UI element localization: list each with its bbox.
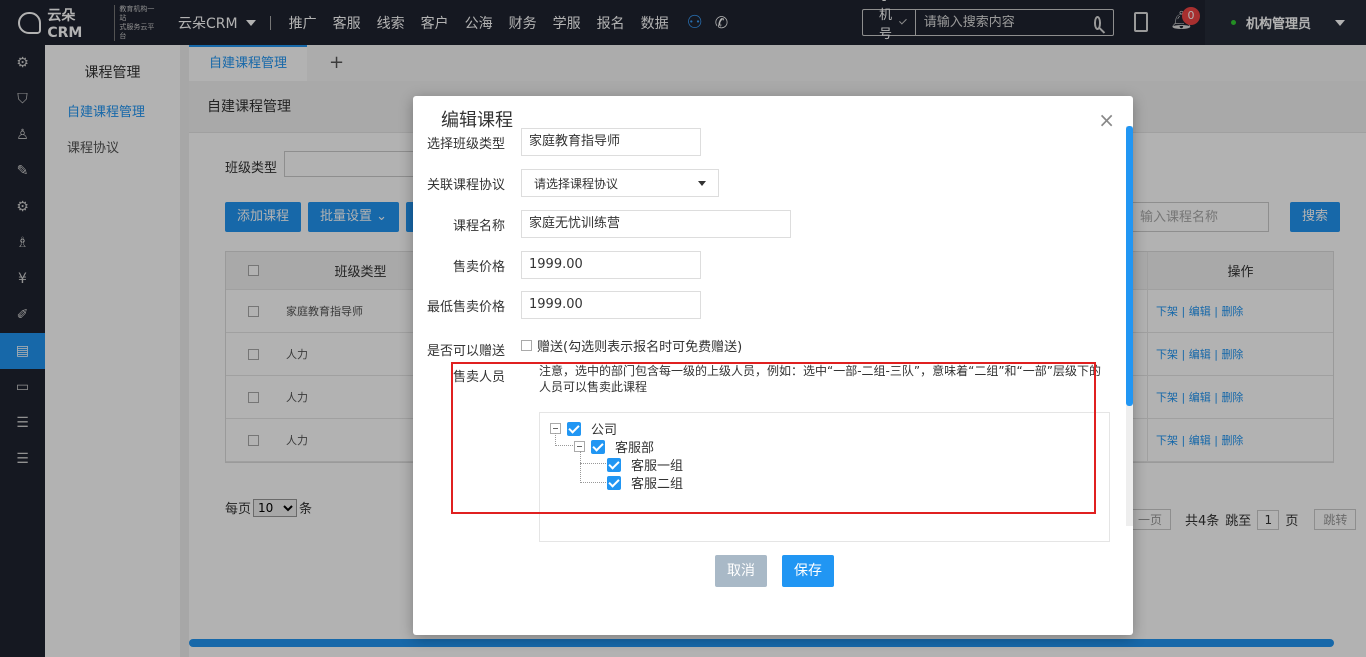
- field-min-price: 最低售卖价格 1999.00: [413, 291, 701, 319]
- highlight-annotation: [451, 362, 1096, 514]
- course-name-input[interactable]: 家庭无忧训练营: [521, 210, 791, 238]
- dialog-scrollbar[interactable]: [1126, 126, 1133, 406]
- field-price: 售卖价格 1999.00: [413, 251, 701, 279]
- caret-down-icon: [698, 180, 706, 186]
- protocol-select[interactable]: 请选择课程协议: [521, 169, 719, 197]
- class-type-input[interactable]: 家庭教育指导师: [521, 128, 701, 156]
- field-class-type: 选择班级类型 家庭教育指导师: [413, 128, 701, 156]
- save-button[interactable]: 保存: [782, 555, 834, 587]
- field-course-name: 课程名称 家庭无忧训练营: [413, 210, 791, 238]
- gift-checkbox[interactable]: [521, 340, 532, 351]
- close-icon[interactable]: ×: [1098, 108, 1115, 132]
- price-input[interactable]: 1999.00: [521, 251, 701, 279]
- cancel-button[interactable]: 取消: [715, 555, 767, 587]
- field-protocol: 关联课程协议 请选择课程协议: [413, 169, 719, 197]
- field-gift: 是否可以赠送 赠送(勾选则表示报名时可免费赠送): [413, 332, 742, 359]
- min-price-input[interactable]: 1999.00: [521, 291, 701, 319]
- edit-course-dialog: 编辑课程 × 选择班级类型 家庭教育指导师 关联课程协议 请选择课程协议 课程名…: [413, 96, 1133, 635]
- gift-option[interactable]: 赠送(勾选则表示报名时可免费赠送): [521, 336, 742, 355]
